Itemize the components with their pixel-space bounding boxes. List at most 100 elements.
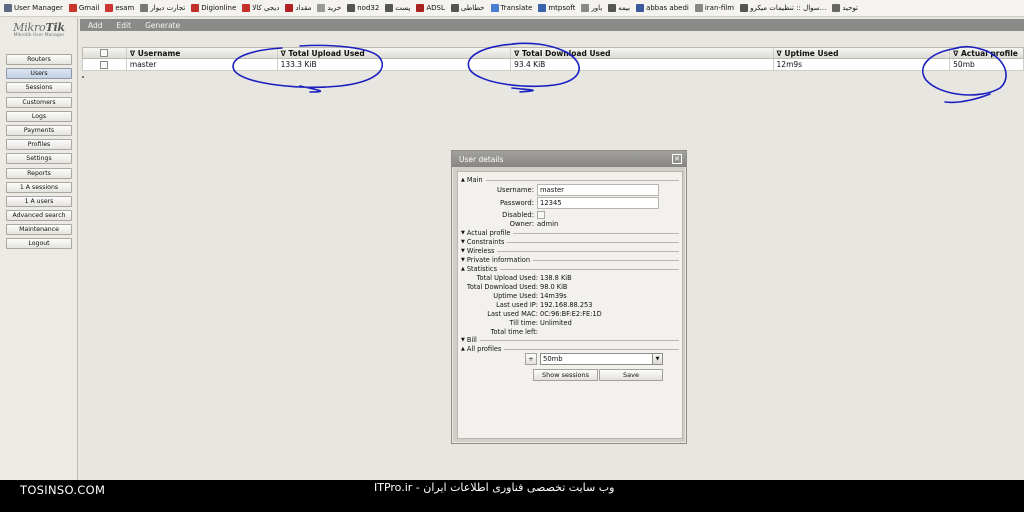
column-header-profile[interactable]: ∇ Actual profile [950, 48, 1023, 58]
section-main[interactable]: ▲ Main [461, 176, 679, 184]
section-constraints[interactable]: ▼ Constraints [461, 238, 679, 246]
show-sessions-button[interactable]: Show sessions [533, 369, 598, 381]
bookmark-item[interactable]: خطاطی [450, 4, 485, 12]
bookmark-label: ADSL [426, 4, 445, 12]
sidebar-item-settings[interactable]: Settings [6, 153, 72, 165]
bookmark-label: mtpsoft [548, 4, 576, 12]
column-header-upload[interactable]: ∇ Total Upload Used [278, 48, 512, 58]
statistic-value: 98.0 KiB [540, 283, 568, 291]
bookmark-item[interactable]: مقداد [285, 4, 311, 12]
bookmark-item[interactable]: mtpsoft [538, 4, 575, 12]
username-input[interactable]: master [537, 184, 659, 196]
disabled-row: Disabled: [458, 211, 545, 219]
table-footer-dot [82, 76, 84, 78]
dialog-title-bar[interactable]: User details [452, 151, 686, 167]
bookmark-label: باور [591, 4, 603, 12]
bookmark-item[interactable]: abbas abedi [636, 4, 689, 12]
sidebar-item-routers[interactable]: Routers [6, 54, 72, 65]
bookmark-item[interactable]: esam [105, 4, 134, 12]
section-wireless[interactable]: ▼ Wireless [461, 247, 679, 255]
add-profile-button[interactable]: + [525, 353, 537, 365]
mikrotik-logo: MikroTik Mikrotik User Manager [8, 21, 70, 38]
bookmark-item[interactable]: nod32 [347, 4, 379, 12]
menu-generate[interactable]: Generate [145, 21, 180, 30]
bookmark-label: Translate [500, 4, 533, 12]
sidebar-item-customers[interactable]: Customers [6, 96, 72, 108]
disabled-checkbox[interactable] [537, 211, 545, 219]
bookmark-icon [832, 4, 841, 12]
bookmark-item[interactable]: Gmail [68, 4, 99, 12]
section-main-label: Main [466, 176, 483, 184]
table-header: ∇ Username ∇ Total Upload Used ∇ Total D… [82, 47, 1024, 59]
column-header-uptime[interactable]: ∇ Uptime Used [774, 48, 951, 58]
section-bill-label: Bill [466, 336, 477, 344]
sidebar-item-profiles[interactable]: Profiles [6, 139, 72, 151]
arrow-icon [538, 4, 547, 12]
bookmark-item[interactable]: Digionline [191, 4, 236, 12]
sidebar-item-users[interactable]: Users [6, 68, 72, 80]
section-divider [497, 250, 679, 252]
chevron-down-icon[interactable]: ▼ [652, 354, 662, 364]
section-divider [485, 179, 679, 181]
save-button[interactable]: Save [599, 369, 663, 381]
dialog-body: ▲ Main Username: master Password: 12345 D… [457, 171, 683, 439]
bookmark-item[interactable]: دیجی کالا [242, 4, 279, 12]
sidebar-item-1-a-users[interactable]: 1 A users [6, 195, 72, 207]
section-statistics[interactable]: ▲ Statistics [461, 265, 679, 273]
statistic-value: Unlimited [540, 319, 572, 327]
section-private-information[interactable]: ▼ Private information [461, 256, 679, 264]
section-bill[interactable]: ▼ Bill [461, 336, 679, 344]
bookmark-item[interactable]: سوال :: تنظیمات میکرو... [740, 4, 826, 12]
section-actual-profile[interactable]: ▼ Actual profile [461, 229, 679, 237]
bookmark-item[interactable]: پست [385, 4, 410, 12]
sidebar-item-payments[interactable]: Payments [6, 124, 72, 136]
profile-select[interactable]: 50mb ▼ [540, 353, 663, 365]
bookmark-item[interactable]: تجارت دیوار [140, 4, 185, 12]
statistics-row: Total Download Used: 98.0 KiB [458, 283, 568, 291]
cell-username[interactable]: master [127, 59, 278, 70]
table-row[interactable]: master 133.3 KiB 93.4 KiB 12m9s 50mb [82, 59, 1024, 71]
statistic-value: 0C:96:BF:E2:FE:1D [540, 310, 602, 318]
section-all-profiles[interactable]: ▲ All profiles [461, 345, 679, 353]
bookmark-icon [581, 4, 590, 12]
select-all-checkbox[interactable] [100, 49, 109, 57]
statistics-row: Last used IP: 192.168.88.253 [458, 301, 592, 309]
bookmark-label: abbas abedi [646, 4, 689, 12]
profile-select-value: 50mb [543, 355, 563, 363]
folder-icon [636, 4, 645, 12]
sidebar-item-advanced-search[interactable]: Advanced search [6, 210, 72, 222]
sidebar-item-sessions[interactable]: Sessions [6, 82, 72, 94]
bookmark-item[interactable]: خرید [317, 4, 341, 12]
row-checkbox[interactable] [100, 60, 109, 69]
triangle-down-icon: ▼ [461, 257, 465, 263]
owner-row: Owner: admin [458, 220, 559, 228]
bookmark-item[interactable]: توحید [832, 4, 858, 12]
sidebar-item-1-a-sessions[interactable]: 1 A sessions [6, 181, 72, 193]
folder-icon [694, 4, 703, 12]
password-input[interactable]: 12345 [537, 197, 659, 209]
sidebar-item-logs[interactable]: Logs [6, 110, 72, 122]
close-icon[interactable]: ✕ [672, 154, 682, 164]
bookmark-item[interactable]: ADSL [416, 4, 445, 12]
menu-edit[interactable]: Edit [117, 21, 132, 30]
sidebar-item-logout[interactable]: Logout [6, 238, 72, 250]
section-wireless-label: Wireless [466, 247, 495, 255]
triangle-up-icon: ▲ [461, 266, 465, 272]
bookmark-item[interactable]: بیمه [608, 4, 630, 12]
bookmarks-bar: User Manager Gmail esam تجارت دیوار Digionli… [0, 0, 1024, 17]
cell-uptime: 12m9s [774, 59, 951, 70]
menu-add[interactable]: Add [88, 21, 103, 30]
column-header-download[interactable]: ∇ Total Download Used [511, 48, 774, 58]
sidebar-item-reports[interactable]: Reports [6, 167, 72, 179]
statistics-row: Uptime Used: 14m39s [458, 292, 566, 300]
dialog-title: User details [459, 154, 504, 164]
bookmark-item[interactable]: User Manager [4, 4, 63, 12]
bookmark-icon [285, 4, 294, 12]
statistic-label: Total time left: [490, 328, 538, 336]
bookmark-item[interactable]: Translate [490, 4, 533, 12]
sidebar-item-maintenance[interactable]: Maintenance [6, 224, 72, 236]
bookmark-item[interactable]: iran-film [694, 4, 734, 12]
bookmark-item[interactable]: باور [581, 4, 602, 12]
digikala-icon [242, 4, 251, 12]
column-header-username[interactable]: ∇ Username [127, 48, 278, 58]
